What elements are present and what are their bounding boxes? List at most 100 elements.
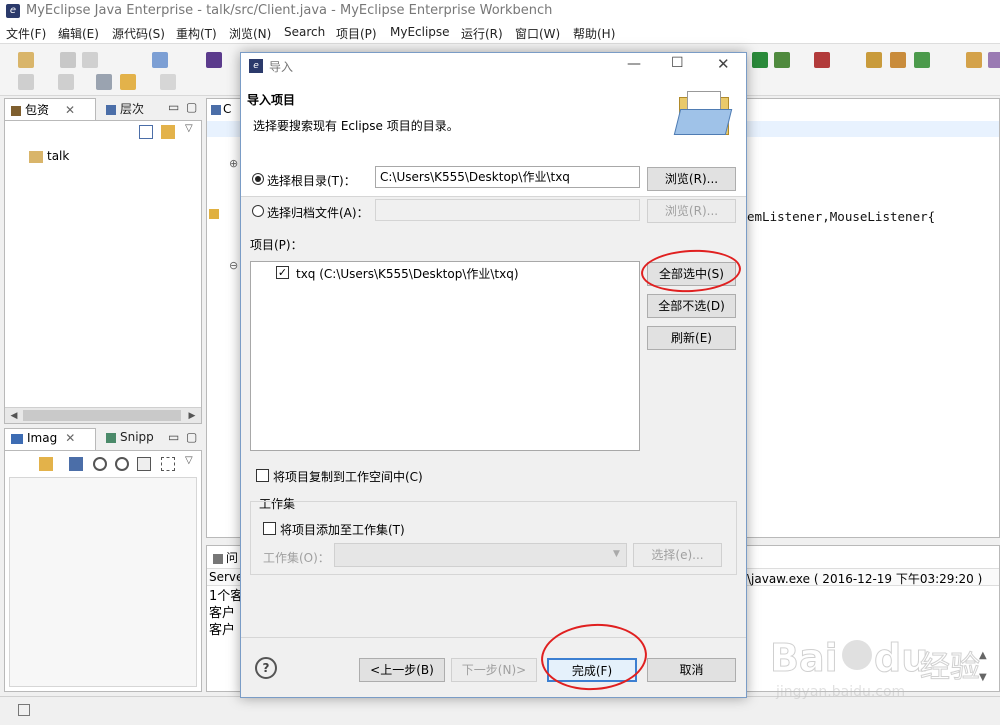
menu-window[interactable]: 窗口(W) bbox=[515, 25, 560, 42]
collapse-all-icon[interactable] bbox=[139, 125, 153, 139]
archive-file-input[interactable] bbox=[375, 199, 640, 221]
menu-help[interactable]: 帮助(H) bbox=[573, 25, 615, 42]
warning-marker-icon[interactable] bbox=[209, 209, 219, 219]
refresh-icon[interactable] bbox=[914, 52, 930, 68]
projects-label: 项目(P)： bbox=[250, 238, 303, 252]
tab-label: Snipp bbox=[120, 430, 154, 444]
zoom-out-icon[interactable] bbox=[93, 457, 107, 471]
console-line: 客户 bbox=[209, 606, 236, 621]
project-checkbox[interactable]: ✓ bbox=[276, 266, 289, 279]
maximize-icon[interactable]: ▢ bbox=[186, 100, 197, 114]
tab-hierarchy[interactable]: 层次 bbox=[100, 98, 170, 120]
tree-item-talk[interactable]: talk bbox=[29, 149, 69, 163]
save-icon[interactable] bbox=[60, 52, 76, 68]
menu-file[interactable]: 文件(F) bbox=[6, 25, 46, 42]
paw-icon bbox=[842, 640, 872, 670]
menu-refactor[interactable]: 重构(T) bbox=[176, 25, 217, 42]
fold-expand-icon[interactable]: ⊕ bbox=[229, 157, 238, 170]
close-icon[interactable]: ✕ bbox=[65, 103, 75, 117]
tab-image[interactable]: Imag ✕ bbox=[4, 428, 96, 450]
open-type-icon[interactable] bbox=[152, 52, 168, 68]
copy-to-workspace-checkbox[interactable] bbox=[256, 469, 269, 482]
console-process-info: \javaw.exe ( 2016-12-19 下午03:29:20 ) bbox=[747, 572, 983, 586]
print-icon[interactable] bbox=[82, 52, 98, 68]
menu-bar: 文件(F) 编辑(E) 源代码(S) 重构(T) 浏览(N) Search 项目… bbox=[0, 24, 1000, 44]
menu-run[interactable]: 运行(R) bbox=[461, 25, 503, 42]
scroll-thumb[interactable] bbox=[23, 410, 181, 421]
add-to-working-set-label: 将项目添加至工作集(T) bbox=[280, 523, 405, 537]
editor-tab-label: C bbox=[223, 102, 232, 116]
working-set-select[interactable]: ▼ bbox=[334, 543, 627, 567]
maximize-icon[interactable]: ☐ bbox=[671, 55, 684, 71]
minimize-icon[interactable]: — bbox=[627, 56, 641, 72]
scroll-left-icon[interactable]: ◀ bbox=[7, 409, 21, 423]
open-folder-icon[interactable] bbox=[966, 52, 982, 68]
package-explorer-panel: 包资 ✕ 层次 ▭ ▢ ▽ talk ◀ ▶ bbox=[4, 98, 202, 424]
working-set-label: 工作集(O)： bbox=[263, 551, 330, 565]
scroll-right-icon[interactable]: ▶ bbox=[185, 409, 199, 423]
menu-myeclipse[interactable]: MyEclipse bbox=[390, 25, 450, 39]
horizontal-scrollbar[interactable]: ◀ ▶ bbox=[5, 407, 201, 423]
menu-source[interactable]: 源代码(S) bbox=[112, 25, 165, 42]
zoom-in-icon[interactable] bbox=[115, 457, 129, 471]
forward-arrow-icon[interactable] bbox=[160, 74, 176, 90]
help-icon[interactable]: ? bbox=[255, 657, 277, 679]
link-editor-icon[interactable] bbox=[161, 125, 175, 139]
image-canvas bbox=[9, 477, 197, 687]
menu-edit[interactable]: 编辑(E) bbox=[58, 25, 99, 42]
footer-divider bbox=[241, 637, 746, 638]
close-icon[interactable]: ✕ bbox=[65, 431, 75, 445]
run-icon[interactable] bbox=[752, 52, 768, 68]
close-icon[interactable]: ✕ bbox=[717, 55, 730, 73]
fast-view-icon[interactable] bbox=[18, 704, 30, 716]
working-set-select-button[interactable]: 选择(e)... bbox=[633, 543, 722, 567]
browse-archive-button[interactable]: 浏览(R)... bbox=[647, 199, 736, 223]
watermark-url: jingyan.baidu.com bbox=[776, 684, 906, 700]
fit-window-icon[interactable] bbox=[161, 457, 175, 471]
radio-archive-file[interactable] bbox=[252, 205, 264, 217]
minimize-icon[interactable]: ▭ bbox=[168, 430, 179, 444]
maximize-icon[interactable]: ▢ bbox=[186, 430, 197, 444]
java-file-icon bbox=[211, 104, 221, 115]
sync-icon[interactable] bbox=[39, 457, 53, 471]
edit-icon[interactable] bbox=[988, 52, 1000, 68]
actual-size-icon[interactable] bbox=[137, 457, 151, 471]
browse-root-button[interactable]: 浏览(R)... bbox=[647, 167, 736, 191]
myeclipse-logo-icon: e bbox=[6, 4, 20, 18]
fit-image-icon[interactable] bbox=[69, 457, 83, 471]
tab-snippets[interactable]: Snipp bbox=[100, 428, 170, 450]
menu-project[interactable]: 项目(P) bbox=[336, 25, 377, 42]
fold-collapse-icon[interactable]: ⊖ bbox=[229, 259, 238, 272]
external-tools-icon[interactable] bbox=[814, 52, 830, 68]
image-viewer-panel: Imag ✕ Snipp ▭ ▢ ▽ bbox=[4, 428, 202, 692]
package-icon[interactable] bbox=[206, 52, 222, 68]
menu-search[interactable]: Search bbox=[284, 25, 325, 39]
debug-icon[interactable] bbox=[774, 52, 790, 68]
deselect-all-button[interactable]: 全部不选(D) bbox=[647, 294, 736, 318]
cancel-button[interactable]: 取消 bbox=[647, 658, 736, 682]
radio-root-directory[interactable] bbox=[252, 173, 264, 185]
menu-navigate[interactable]: 浏览(N) bbox=[229, 25, 271, 42]
back-arrow-icon[interactable] bbox=[120, 74, 136, 90]
back-button[interactable]: <上一步(B) bbox=[359, 658, 445, 682]
view-menu-icon[interactable]: ▽ bbox=[185, 455, 193, 466]
window-title: MyEclipse Java Enterprise - talk/src/Cli… bbox=[26, 3, 553, 18]
tab-package-explorer[interactable]: 包资 ✕ bbox=[4, 98, 96, 120]
pin-icon[interactable] bbox=[96, 74, 112, 90]
new-class-icon[interactable] bbox=[866, 52, 882, 68]
add-to-working-set-checkbox[interactable] bbox=[263, 522, 276, 535]
next-button[interactable]: 下一步(N)> bbox=[451, 658, 537, 682]
root-directory-input[interactable]: C:\Users\K555\Desktop\作业\txq bbox=[375, 166, 640, 188]
copy-to-workspace-label: 将项目复制到工作空间中(C) bbox=[273, 470, 423, 484]
view-menu-icon[interactable]: ▽ bbox=[185, 123, 193, 134]
new-file-icon[interactable] bbox=[18, 52, 34, 68]
refresh-button[interactable]: 刷新(E) bbox=[647, 326, 736, 350]
projects-list[interactable]: ✓ txq (C:\Users\K555\Desktop\作业\txq) bbox=[250, 261, 640, 451]
new-interface-icon[interactable] bbox=[890, 52, 906, 68]
annotation-icon[interactable] bbox=[18, 74, 34, 90]
dialog-title-bar: e 导入 — ☐ ✕ bbox=[241, 53, 746, 79]
console-tab[interactable]: 问 bbox=[209, 548, 242, 567]
dialog-header-title: 导入项目 bbox=[247, 93, 296, 107]
minimize-icon[interactable]: ▭ bbox=[168, 100, 179, 114]
next-annotation-icon[interactable] bbox=[58, 74, 74, 90]
